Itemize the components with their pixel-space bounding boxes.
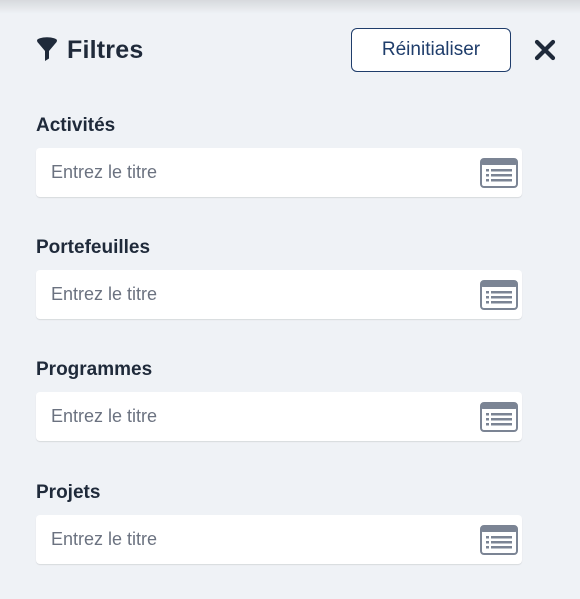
- list-picker-icon[interactable]: [480, 158, 518, 188]
- filter-section-portefeuilles: Portefeuilles: [36, 236, 522, 319]
- projets-input[interactable]: [36, 515, 466, 564]
- programmes-input[interactable]: [36, 392, 466, 441]
- close-icon: [534, 39, 556, 61]
- list-picker-icon[interactable]: [480, 280, 518, 310]
- field-wrapper-portefeuilles: [36, 270, 522, 319]
- title-wrap: Filtres: [36, 32, 143, 68]
- field-wrapper-projets: [36, 515, 522, 564]
- activites-input[interactable]: [36, 148, 466, 197]
- close-button[interactable]: [531, 36, 559, 64]
- reset-button[interactable]: Réinitialiser: [351, 28, 511, 72]
- filter-section-activites: Activités: [36, 114, 522, 197]
- section-label-portefeuilles: Portefeuilles: [36, 237, 151, 258]
- filter-section-programmes: Programmes: [36, 358, 522, 441]
- portefeuilles-input[interactable]: [36, 270, 466, 319]
- field-wrapper-activites: [36, 148, 522, 197]
- list-picker-icon[interactable]: [480, 525, 518, 555]
- field-wrapper-programmes: [36, 392, 522, 441]
- section-label-projets: Projets: [36, 482, 101, 503]
- page-title: Filtres: [67, 35, 144, 64]
- list-picker-icon[interactable]: [480, 402, 518, 432]
- filters-header: Filtres Réinitialiser: [36, 28, 566, 72]
- filter-icon: [36, 37, 58, 63]
- filter-section-projets: Projets: [36, 481, 522, 564]
- section-label-programmes: Programmes: [36, 359, 153, 380]
- filters-panel: Filtres Réinitialiser Activités Entrez l…: [0, 0, 580, 599]
- section-label-activites: Activités: [36, 115, 116, 136]
